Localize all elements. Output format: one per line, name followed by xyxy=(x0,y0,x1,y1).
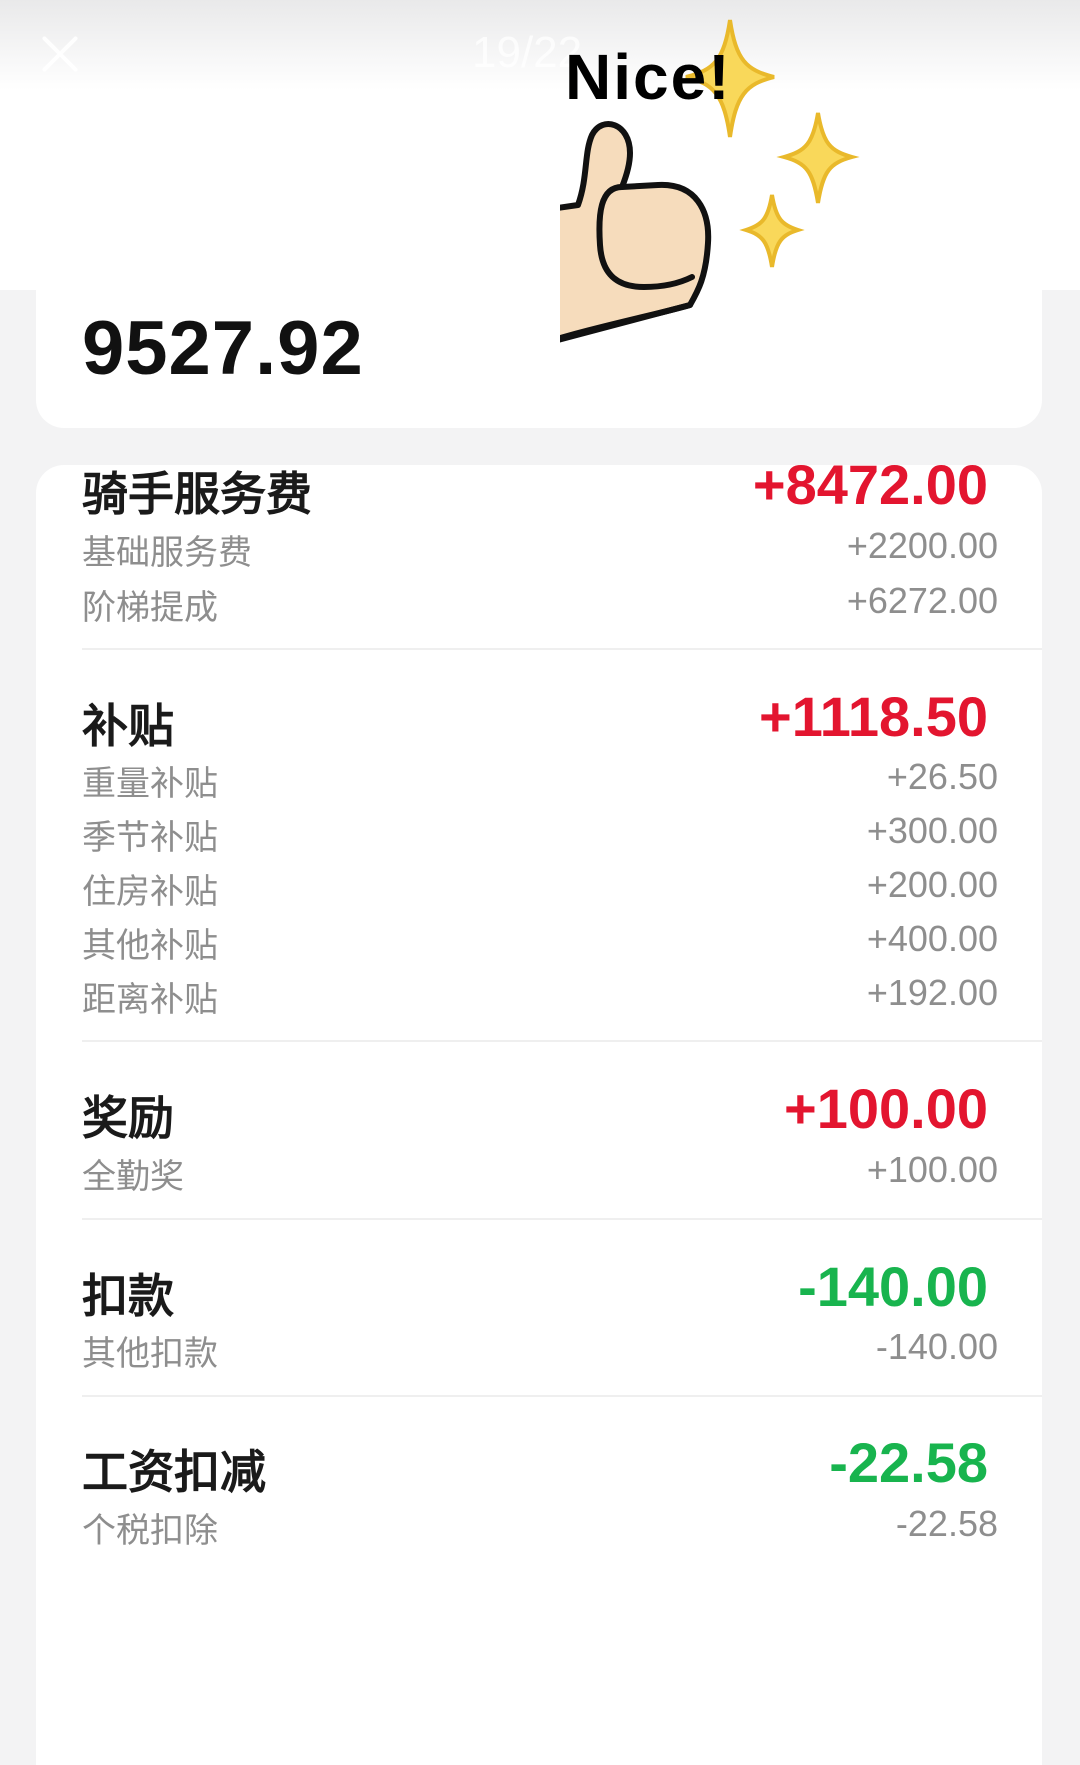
item-value: +200.00 xyxy=(866,864,998,905)
item-label: 季节补贴 xyxy=(82,818,218,858)
sticker-text: Nice! xyxy=(565,41,732,113)
section-title: 扣款 xyxy=(82,1269,174,1323)
section-title: 工资扣减 xyxy=(82,1445,266,1499)
item-value: +300.00 xyxy=(866,810,998,851)
divider xyxy=(82,1395,1042,1397)
item-value: -140.00 xyxy=(875,1326,998,1367)
item-value: +400.00 xyxy=(866,918,998,959)
item-label: 其他补贴 xyxy=(82,926,218,966)
section-amount: +1118.50 xyxy=(759,685,988,748)
item-value: -22.58 xyxy=(895,1503,998,1544)
item-label: 阶梯提成 xyxy=(82,588,218,628)
divider xyxy=(82,1040,1042,1042)
item-label: 其他扣款 xyxy=(82,1334,218,1374)
divider xyxy=(82,648,1042,650)
item-value: +192.00 xyxy=(866,972,998,1013)
item-label: 基础服务费 xyxy=(82,533,252,573)
sparkle-icon xyxy=(776,112,860,204)
item-value: +2200.00 xyxy=(846,525,998,566)
item-label: 个税扣除 xyxy=(82,1511,218,1551)
close-icon[interactable] xyxy=(36,30,84,78)
sparkle-icon xyxy=(739,194,805,268)
item-value: +100.00 xyxy=(866,1149,998,1190)
item-label: 全勤奖 xyxy=(82,1157,184,1197)
section-title: 补贴 xyxy=(82,699,174,753)
section-amount: +100.00 xyxy=(784,1077,988,1140)
item-value: +6272.00 xyxy=(846,580,998,621)
item-label: 重量补贴 xyxy=(82,764,218,804)
section-amount: +8472.00 xyxy=(752,453,988,516)
total-amount: 9527.92 xyxy=(82,306,364,391)
section-amount: -22.58 xyxy=(829,1431,988,1494)
section-amount: -140.00 xyxy=(798,1255,988,1318)
item-label: 距离补贴 xyxy=(82,980,218,1020)
section-title: 骑手服务费 xyxy=(82,467,312,521)
section-title: 奖励 xyxy=(82,1091,174,1145)
divider xyxy=(82,1218,1042,1220)
item-label: 住房补贴 xyxy=(82,872,218,912)
item-value: +26.50 xyxy=(886,756,998,797)
